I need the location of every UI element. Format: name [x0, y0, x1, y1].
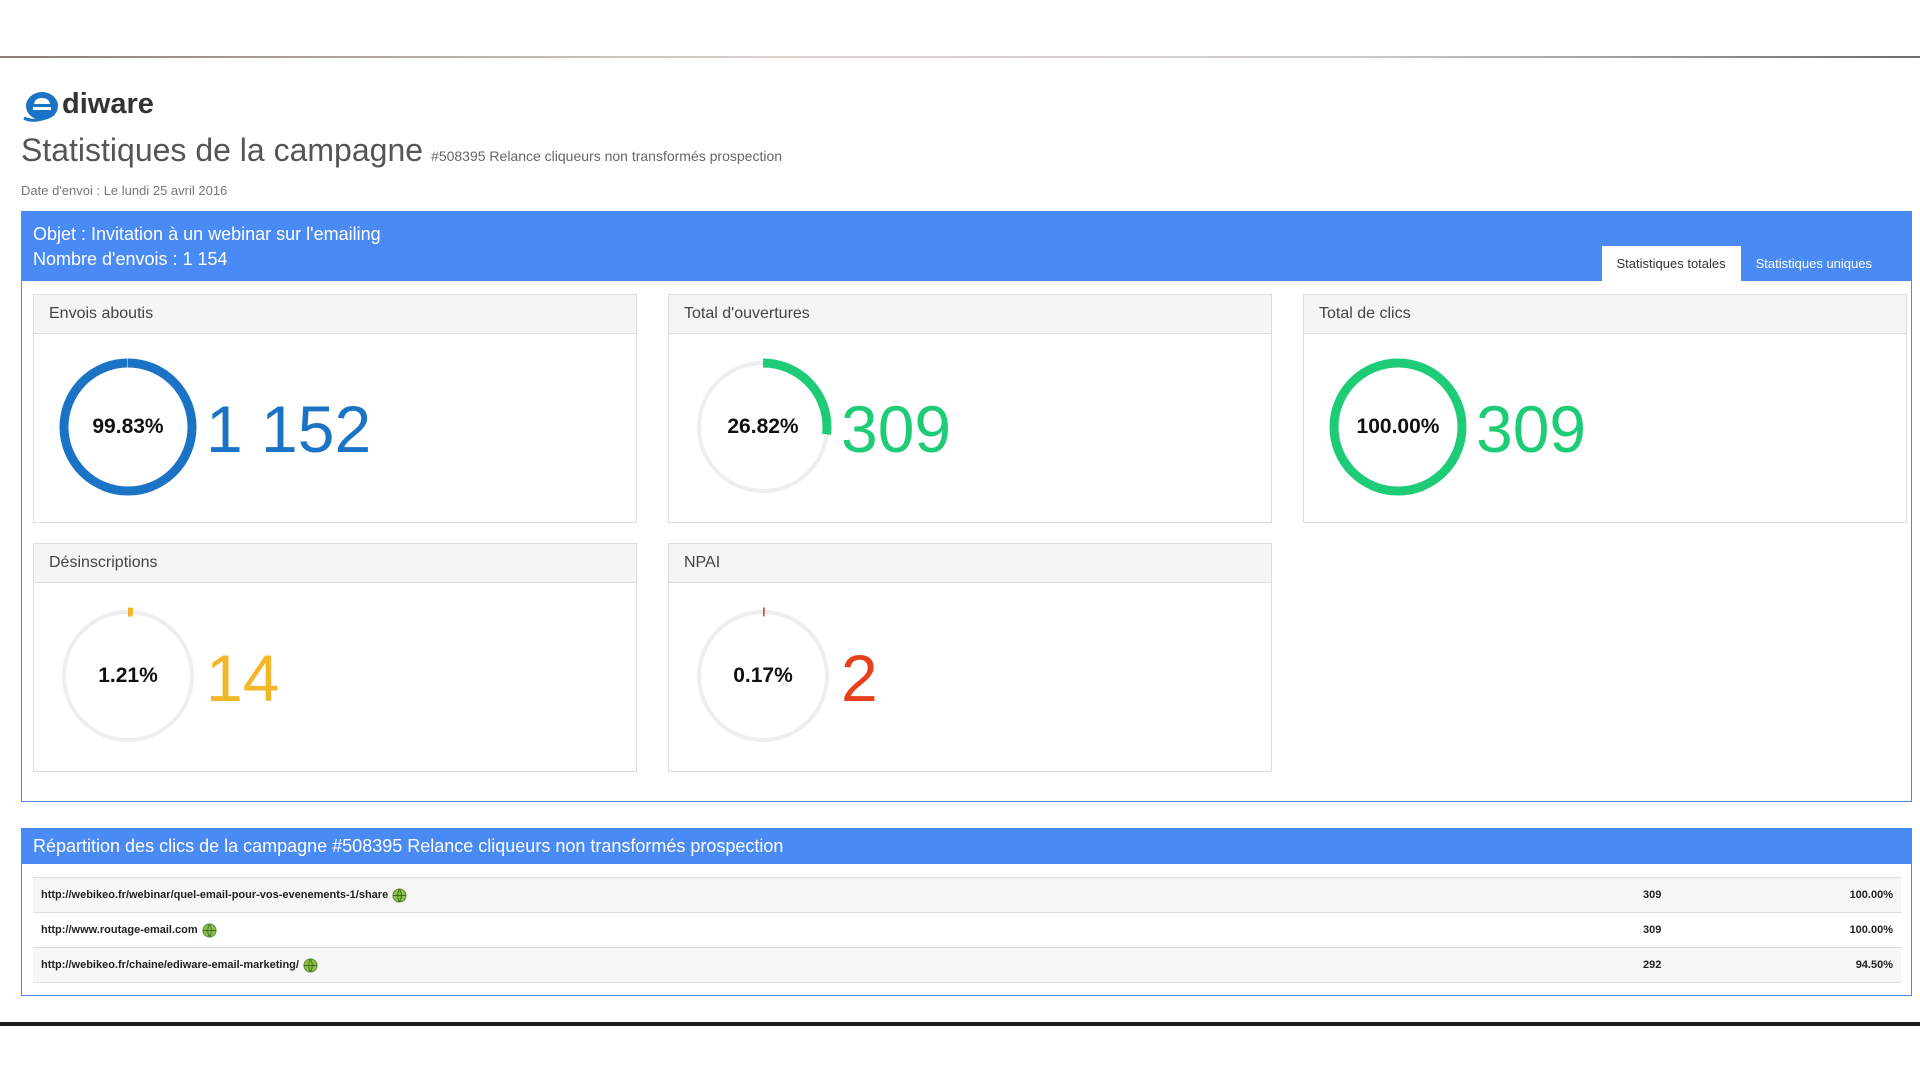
gauge: 26.82%: [693, 357, 833, 497]
stat-value: 309: [841, 392, 952, 466]
clicks-distribution-panel: Répartition des clics de la campagne #50…: [21, 828, 1912, 996]
card-title: Envois aboutis: [34, 295, 636, 334]
link-url[interactable]: http://webikeo.fr/chaine/ediware-email-m…: [41, 948, 299, 982]
ediware-logo[interactable]: diware: [21, 82, 154, 122]
table-row: http://webikeo.fr/webinar/quel-email-pou…: [33, 878, 1901, 913]
globe-icon[interactable]: [392, 887, 407, 903]
gauge: 99.83%: [58, 357, 198, 497]
click-count: 309: [1643, 889, 1662, 901]
card-title: NPAI: [669, 544, 1271, 583]
link-url[interactable]: http://www.routage-email.com: [41, 913, 198, 947]
gauge: 0.17%: [693, 606, 833, 746]
globe-icon[interactable]: [303, 957, 318, 973]
stat-value: 14: [206, 641, 280, 715]
gauge-percent: 100.00%: [1356, 415, 1440, 438]
stat-value: 309: [1476, 392, 1587, 466]
click-percent: 94.50%: [1855, 959, 1893, 971]
stats-tabs: Statistiques totales Statistiques unique…: [1601, 246, 1887, 281]
send-date: Date d'envoi : Le lundi 25 avril 2016: [21, 183, 228, 198]
clicks-distribution-title: Répartition des clics de la campagne #50…: [22, 829, 1911, 864]
page-title: Statistiques de la campagne #508395 Rela…: [21, 132, 782, 169]
campaign-stats-panel: Objet : Invitation à un webinar sur l'em…: [21, 211, 1912, 802]
card-envois-aboutis: Envois aboutis 99.83% 1 152: [33, 294, 637, 523]
logo-e-icon: [23, 92, 58, 122]
campaign-name: #508395 Relance cliqueurs non transformé…: [431, 148, 783, 164]
tab-statistiques-uniques[interactable]: Statistiques uniques: [1741, 246, 1887, 281]
card-npai: NPAI 0.17% 2: [668, 543, 1272, 772]
gauge-percent: 99.83%: [92, 415, 164, 438]
page: diware Statistiques de la campagne #5083…: [0, 0, 1920, 1080]
clicks-table: http://webikeo.fr/webinar/quel-email-pou…: [33, 877, 1901, 983]
gauge-percent: 1.21%: [98, 664, 158, 687]
card-title: Total d'ouvertures: [669, 295, 1271, 334]
gauge-percent: 0.17%: [733, 664, 793, 687]
table-row: http://webikeo.fr/chaine/ediware-email-m…: [33, 948, 1901, 983]
logo-text: diware: [62, 88, 154, 120]
card-total-ouvertures: Total d'ouvertures 26.82% 309: [668, 294, 1272, 523]
gauge: 1.21%: [58, 606, 198, 746]
send-count: Nombre d'envois : 1 154: [33, 249, 228, 269]
gauge: 100.00%: [1328, 357, 1468, 497]
email-subject: Objet : Invitation à un webinar sur l'em…: [33, 224, 381, 244]
click-percent: 100.00%: [1849, 889, 1893, 901]
table-row: http://www.routage-email.com 309 100.00%: [33, 913, 1901, 948]
gauge-percent: 26.82%: [727, 415, 799, 438]
stat-value: 1 152: [206, 392, 372, 466]
card-desinscriptions: Désinscriptions 1.21% 14: [33, 543, 637, 772]
click-count: 292: [1643, 959, 1662, 971]
bottom-divider: [0, 1022, 1920, 1026]
click-count: 309: [1643, 924, 1662, 936]
link-url[interactable]: http://webikeo.fr/webinar/quel-email-pou…: [41, 878, 388, 912]
card-title: Désinscriptions: [34, 544, 636, 583]
campaign-stats-header: Objet : Invitation à un webinar sur l'em…: [22, 212, 1911, 281]
tab-statistiques-totales[interactable]: Statistiques totales: [1601, 246, 1741, 281]
card-title: Total de clics: [1304, 295, 1906, 334]
card-total-clics: Total de clics 100.00% 309: [1303, 294, 1907, 523]
stat-value: 2: [841, 641, 878, 715]
click-percent: 100.00%: [1849, 924, 1893, 936]
top-divider: [0, 56, 1920, 58]
page-title-main: Statistiques de la campagne: [21, 132, 424, 168]
globe-icon[interactable]: [202, 922, 217, 938]
